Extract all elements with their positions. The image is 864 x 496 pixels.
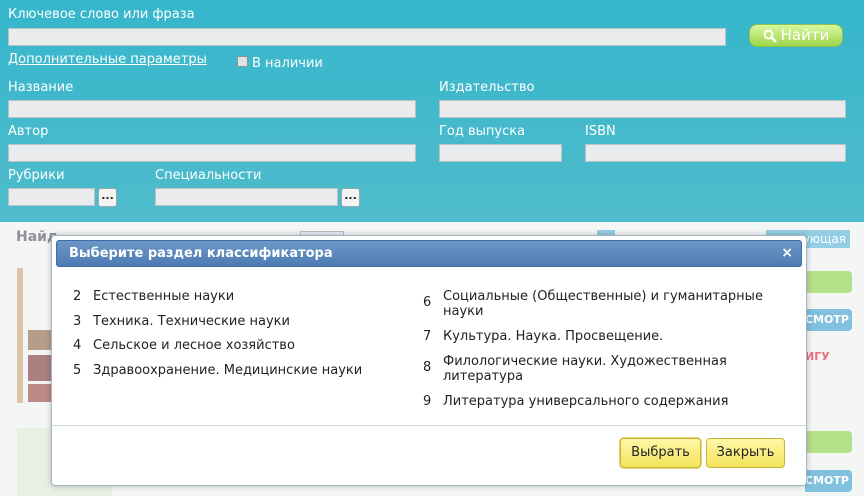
item-number: 9 — [423, 394, 432, 409]
select-button[interactable]: Выбрать — [620, 438, 701, 468]
close-button[interactable]: Закрыть — [706, 438, 785, 468]
rubrics-label: Рубрики — [8, 168, 65, 183]
classifier-dialog: Выберите раздел классификатора × 2 Естес… — [51, 235, 807, 486]
item-number: 4 — [73, 338, 82, 353]
title-label: Название — [8, 80, 74, 95]
keyword-input[interactable] — [8, 28, 726, 46]
publisher-label: Издательство — [439, 80, 535, 95]
year-input[interactable] — [439, 144, 562, 162]
author-label: Автор — [8, 124, 49, 139]
item-label: Социальные (Общественные) и гуманитарные — [443, 289, 763, 304]
isbn-input[interactable] — [585, 144, 846, 162]
publisher-input[interactable] — [439, 100, 846, 118]
specialties-input[interactable] — [155, 188, 338, 206]
item-label: Естественные науки — [93, 289, 235, 304]
item-label-cont: литература — [443, 369, 524, 384]
rubrics-browse-button[interactable]: ... — [98, 188, 117, 207]
year-label: Год выпуска — [439, 124, 526, 139]
item-label: Техника. Технические науки — [93, 314, 290, 329]
item-number: 7 — [423, 329, 432, 344]
find-button[interactable]: Найти — [749, 24, 843, 47]
item-number: 8 — [423, 360, 432, 375]
dialog-title: Выберите раздел классификатора — [69, 246, 333, 261]
in-stock-label: В наличии — [252, 56, 323, 71]
item-label: Филологические науки. Художественная — [443, 354, 727, 369]
dialog-header: Выберите раздел классификатора × — [56, 240, 802, 267]
item-number: 5 — [73, 363, 82, 378]
search-panel: Ключевое слово или фраза Найти Дополните… — [0, 0, 864, 222]
item-label: Здравоохранение. Медицинские науки — [93, 363, 363, 378]
in-stock-checkbox[interactable] — [237, 56, 248, 67]
specialties-label: Специальности — [155, 168, 262, 183]
specialties-browse-button[interactable]: ... — [341, 188, 360, 207]
item-label: Культура. Наука. Просвещение. — [443, 329, 664, 344]
item-number: 3 — [73, 314, 82, 329]
isbn-label: ISBN — [585, 124, 616, 139]
rubrics-input[interactable] — [8, 188, 95, 206]
dialog-divider — [52, 425, 806, 426]
advanced-params-link[interactable]: Дополнительные параметры — [8, 52, 207, 67]
item-label-cont: науки — [443, 304, 484, 319]
keyword-label: Ключевое слово или фраза — [8, 7, 195, 22]
search-icon — [763, 29, 777, 43]
item-number: 6 — [423, 295, 432, 310]
author-input[interactable] — [8, 144, 416, 162]
item-label: Сельское и лесное хозяйство — [93, 338, 295, 353]
title-input[interactable] — [8, 100, 416, 118]
close-icon[interactable]: × — [781, 245, 793, 261]
item-label: Литература универсального содержания — [443, 394, 729, 409]
item-number: 2 — [73, 289, 82, 304]
find-button-label: Найти — [780, 26, 830, 44]
